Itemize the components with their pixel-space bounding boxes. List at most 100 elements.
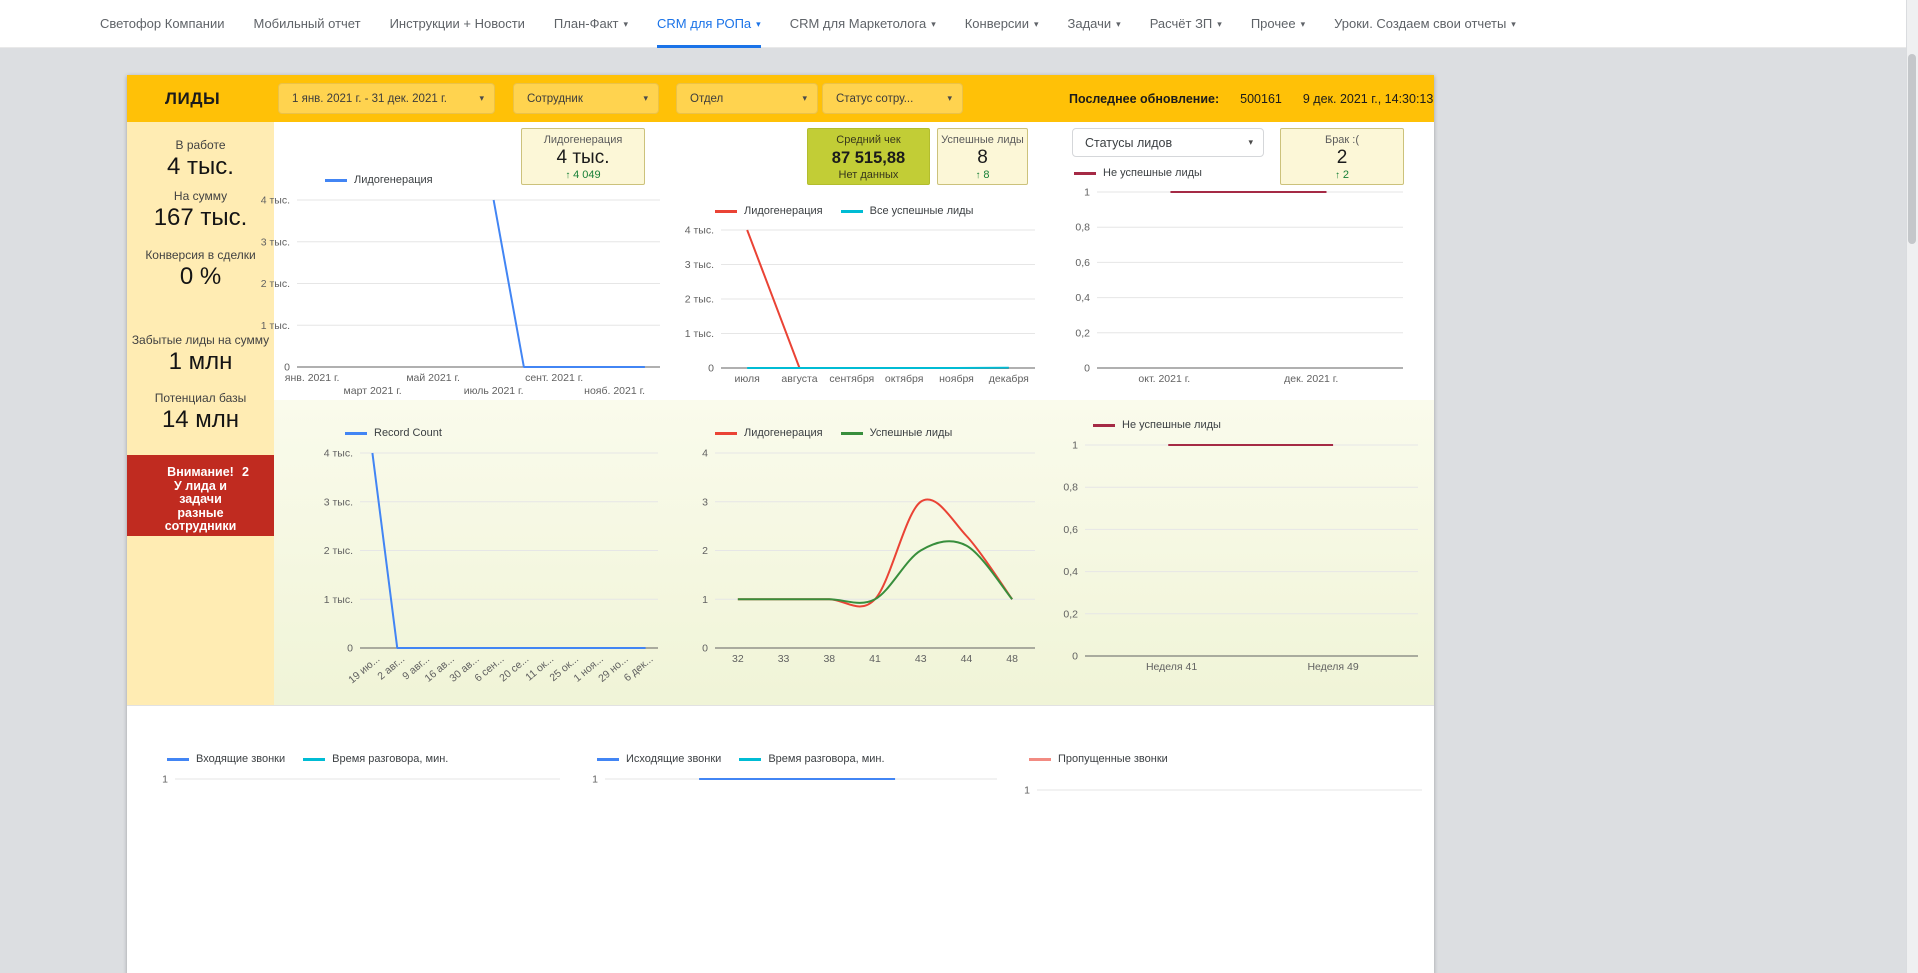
legend-label: Не успешные лиды [1122, 419, 1221, 431]
chart-failed-leads-weeks[interactable]: 00,20,40,60,81Неделя 41Неделя 49 [1045, 439, 1431, 689]
legend-swatch [1029, 758, 1051, 761]
chevron-down-icon: ▾ [931, 19, 936, 30]
svg-text:38: 38 [823, 653, 835, 665]
filter-chip[interactable]: Отдел▾ [676, 83, 818, 114]
up-arrow-icon: ↑ [565, 170, 573, 181]
svg-text:Неделя 41: Неделя 41 [1146, 661, 1197, 673]
legend-swatch [303, 758, 325, 761]
svg-text:43: 43 [915, 653, 927, 665]
last-update-datetime: 9 дек. 2021 г., 14:30:13 [1303, 92, 1433, 106]
kpi-value: 4 тыс. [127, 154, 274, 180]
nav-item[interactable]: Мобильный отчет [253, 0, 360, 48]
scorecard-delta: ↑ 8 [938, 169, 1027, 182]
filter-chip[interactable]: 1 янв. 2021 г. - 31 дек. 2021 г.▾ [278, 83, 495, 114]
svg-text:декабря: декабря [989, 373, 1029, 385]
legend-label: Не успешные лиды [1103, 167, 1202, 179]
legend-swatch [715, 432, 737, 435]
legend-item: Время разговора, мин. [303, 753, 448, 765]
nav-item-label: CRM для Маркетолога [790, 16, 927, 31]
legend-item: Record Count [345, 427, 442, 439]
legend-label: Время разговора, мин. [768, 753, 884, 765]
filter-chip[interactable]: Статус сотру...▾ [822, 83, 963, 114]
nav-item-label: Задачи [1068, 16, 1112, 31]
svg-text:44: 44 [961, 653, 973, 665]
legend-swatch [325, 179, 347, 182]
chart-outgoing-calls[interactable]: 1 [577, 770, 1009, 973]
nav-item[interactable]: Задачи ▾ [1068, 0, 1121, 48]
scorecard-success-leads: Успешные лиды 8 ↑ 8 [937, 128, 1028, 185]
warning-text-line: разные [127, 507, 274, 521]
nav-item-label: План-Факт [554, 16, 619, 31]
svg-text:ноября: ноября [939, 373, 974, 385]
svg-text:4 тыс.: 4 тыс. [324, 448, 353, 460]
svg-text:нояб. 2021 г.: нояб. 2021 г. [584, 385, 645, 397]
legend-label: Лидогенерация [744, 427, 823, 439]
nav-item[interactable]: Светофор Компании [100, 0, 224, 48]
svg-text:1: 1 [1072, 440, 1078, 452]
nav-item[interactable]: Прочее▾ [1251, 0, 1305, 48]
nav-item[interactable]: Уроки. Создаем свои отчеты▾ [1334, 0, 1516, 48]
legend-label: Входящие звонки [196, 753, 285, 765]
chart-legend: ЛидогенерацияВсе успешные лиды [715, 205, 973, 217]
scrollbar-thumb[interactable] [1908, 54, 1916, 244]
kpi-metric: В работе4 тыс. [127, 138, 274, 180]
svg-text:3 тыс.: 3 тыс. [685, 259, 714, 271]
legend-swatch [1074, 172, 1096, 175]
legend-item: Пропущенные звонки [1029, 753, 1168, 765]
nav-item[interactable]: Конверсии▾ [965, 0, 1039, 48]
chart-legend: Не успешные лиды [1074, 167, 1202, 179]
chart-incoming-calls[interactable]: 1 [147, 770, 572, 973]
scorecard-value: 8 [938, 147, 1027, 169]
nav-item-label: Конверсии [965, 16, 1029, 31]
lead-status-dropdown-label: Статусы лидов [1085, 136, 1172, 150]
scorecard-delta: Нет данных [808, 169, 929, 182]
scrollbar-track[interactable] [1906, 0, 1918, 973]
legend-swatch [739, 758, 761, 761]
legend-swatch [345, 432, 367, 435]
legend-item: Не успешные лиды [1074, 167, 1202, 179]
last-update: Последнее обновление: 500161 9 дек. 2021… [1069, 75, 1433, 122]
chart-legend: Не успешные лиды [1093, 419, 1221, 431]
nav-item[interactable]: Расчёт ЗП▾ [1150, 0, 1222, 48]
svg-text:0: 0 [1072, 651, 1078, 663]
svg-text:1: 1 [1024, 785, 1030, 797]
filter-chip[interactable]: Сотрудник▾ [513, 83, 659, 114]
scorecard-title: Средний чек [808, 134, 929, 147]
lead-status-dropdown[interactable]: Статусы лидов ▾ [1072, 128, 1264, 157]
nav-item[interactable]: Инструкции + Новости [390, 0, 525, 48]
legend-label: Лидогенерация [354, 174, 433, 186]
chart-missed-calls[interactable]: 1 [1009, 770, 1434, 973]
svg-text:32: 32 [732, 653, 744, 665]
svg-text:Неделя 49: Неделя 49 [1307, 661, 1358, 673]
nav-item[interactable]: CRM для Маркетолога ▾ [790, 0, 936, 48]
legend-label: Успешные лиды [870, 427, 953, 439]
svg-text:0: 0 [708, 363, 714, 375]
svg-text:4: 4 [702, 448, 708, 460]
svg-text:1: 1 [1084, 187, 1090, 199]
scorecard-value: 4 тыс. [522, 147, 644, 169]
svg-text:33: 33 [778, 653, 790, 665]
nav-item[interactable]: План-Факт▾ [554, 0, 628, 48]
chart-record-count[interactable]: 01 тыс.2 тыс.3 тыс.4 тыс.19 ию...2 авг..… [312, 447, 667, 692]
chevron-down-icon: ▾ [1116, 19, 1121, 30]
scorecard-delta: ↑ 2 [1281, 169, 1403, 182]
svg-text:1 тыс.: 1 тыс. [685, 328, 714, 340]
chart-legend: Лидогенерация Успешные лиды [715, 427, 952, 439]
chevron-down-icon: ▾ [947, 93, 952, 104]
nav-item[interactable]: CRM для РОПа▾ [657, 0, 761, 48]
chart-legend: Лидогенерация [325, 174, 433, 186]
legend-item: Успешные лиды [841, 427, 953, 439]
chart-failed-leads-trend[interactable]: 00,20,40,60,81окт. 2021 г.дек. 2021 г. [1057, 187, 1419, 401]
chevron-down-icon: ▾ [1248, 137, 1253, 148]
svg-text:0: 0 [1084, 363, 1090, 375]
chart-leadgen-monthly[interactable]: 01 тыс.2 тыс.3 тыс.4 тыс.янв. 2021 г.мар… [247, 194, 672, 404]
chart-leadgen-success-weeks[interactable]: 0123432333841434448 [673, 447, 1045, 673]
chart-legend: Входящие звонки Время разговора, мин. [167, 753, 448, 765]
last-update-id: 500161 [1240, 92, 1282, 106]
svg-text:октября: октября [885, 373, 923, 385]
nav-item-label: Инструкции + Новости [390, 16, 525, 31]
chart-leadgen-success-monthly[interactable]: 01 тыс.2 тыс.3 тыс.4 тыс.июляавгустасент… [679, 222, 1047, 392]
legend-item: Лидогенерация [325, 174, 433, 186]
nav-item-label: CRM для РОПа [657, 16, 751, 31]
svg-text:0,6: 0,6 [1063, 524, 1078, 536]
